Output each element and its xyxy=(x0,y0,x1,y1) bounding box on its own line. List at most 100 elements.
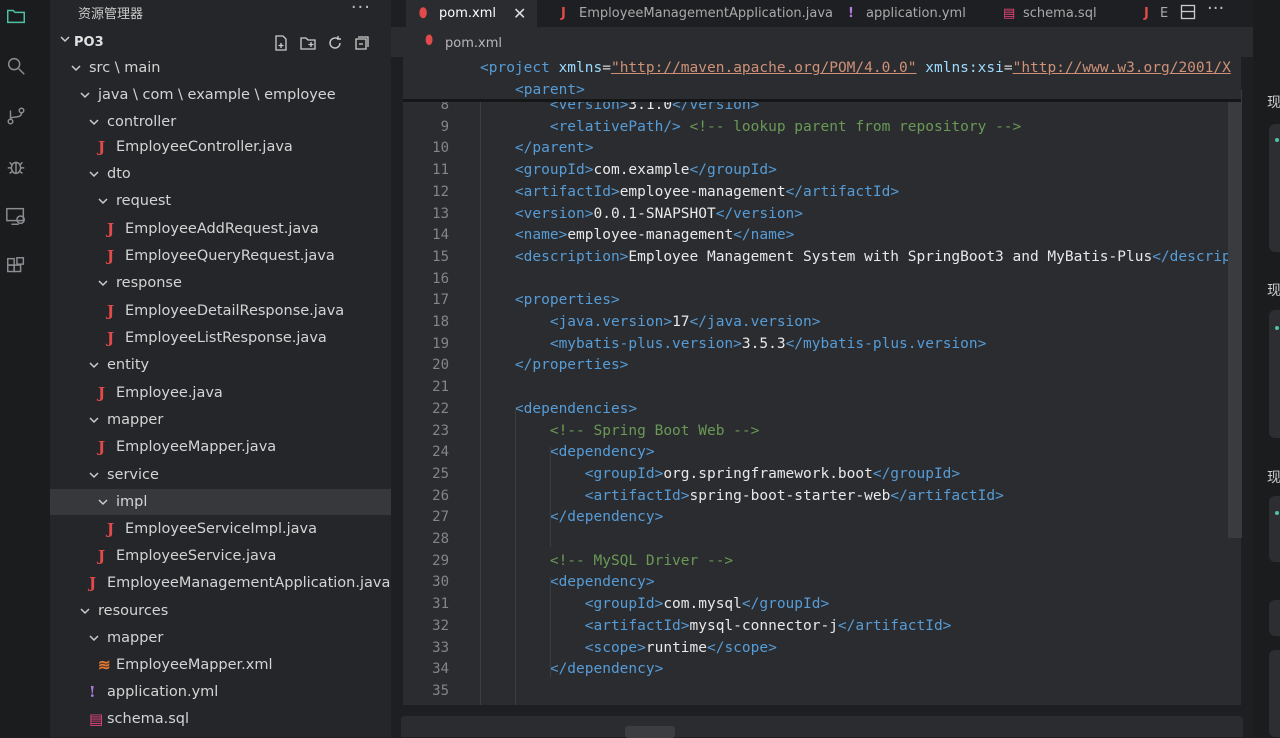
debug-icon[interactable] xyxy=(5,155,29,179)
panel-card[interactable] xyxy=(1269,600,1280,636)
panel-card[interactable] xyxy=(1269,496,1280,562)
tree-folder[interactable]: controller xyxy=(50,109,391,135)
panel-heading: 现 xyxy=(1267,283,1280,299)
code-text: <!-- MySQL Driver --> xyxy=(480,552,734,569)
code-line: 26 <artifactId>spring-boot-starter-web</… xyxy=(403,485,1241,507)
tab-label: EmployeeManagementApplication.java xyxy=(579,6,834,21)
remote-explorer-icon[interactable] xyxy=(5,205,29,229)
collapse-all-icon[interactable] xyxy=(353,34,371,52)
code-line: 15 <description>Employee Management Syst… xyxy=(403,246,1241,268)
explorer-icon[interactable] xyxy=(5,5,29,29)
more-actions-icon[interactable]: ··· xyxy=(351,0,371,18)
code-line: 33 <scope>runtime</scope> xyxy=(403,637,1241,659)
code-line: 11 <groupId>com.example</groupId> xyxy=(403,159,1241,181)
java-file-icon: J xyxy=(107,520,115,538)
code-line: 20 </properties> xyxy=(403,354,1241,376)
java-file-icon: J xyxy=(98,438,106,456)
java-file-icon: J xyxy=(561,6,566,21)
tree-file[interactable]: J Employee.java xyxy=(50,380,391,406)
line-number: 20 xyxy=(432,357,449,374)
tree-item-label: dto xyxy=(107,166,131,182)
tab-overflow[interactable]: J E xyxy=(1136,0,1168,27)
tree-file[interactable]: J EmployeeDetailResponse.java xyxy=(50,298,391,324)
tree-file[interactable]: J EmployeeListResponse.java xyxy=(50,325,391,351)
panel-card[interactable] xyxy=(1269,124,1280,252)
chevron-down-icon xyxy=(98,280,108,287)
close-icon[interactable]: ✕ xyxy=(513,0,526,27)
code-editor[interactable]: <project xmlns="http://maven.apache.org/… xyxy=(403,57,1241,705)
chevron-down-icon xyxy=(89,171,99,178)
java-file-icon: J xyxy=(1144,6,1149,21)
database-icon: ▤ xyxy=(89,710,104,728)
source-control-icon[interactable] xyxy=(5,105,29,129)
panel-card[interactable] xyxy=(1269,650,1280,737)
tree-folder[interactable]: java \ com \ example \ employee xyxy=(50,82,391,108)
code-text: <dependencies> xyxy=(480,400,638,417)
tree-item-label: impl xyxy=(116,494,148,510)
tree-folder[interactable]: entity xyxy=(50,352,391,378)
tab-employee-management-application[interactable]: J EmployeeManagementApplication.java xyxy=(551,0,833,27)
new-folder-icon[interactable] xyxy=(299,34,317,52)
code-text: <!-- Spring Boot Web --> xyxy=(480,422,760,439)
tree-file[interactable]: J EmployeeManagementApplication.java xyxy=(50,570,391,596)
code-line: 23 <!-- Spring Boot Web --> xyxy=(403,420,1241,442)
tree-file[interactable]: ! application.yml xyxy=(50,679,391,705)
tree-file[interactable]: J EmployeeMapper.java xyxy=(50,434,391,460)
code-text: <mybatis-plus.version>3.5.3</mybatis-plu… xyxy=(480,335,987,352)
tree-file[interactable]: J EmployeeAddRequest.java xyxy=(50,216,391,242)
tree-file[interactable]: J EmployeeController.java xyxy=(50,134,391,160)
tree-item-label: java \ com \ example \ employee xyxy=(98,87,336,103)
tab-pom-xml[interactable]: ⬮ pom.xml ✕ xyxy=(406,0,537,27)
tree-item-label: src \ main xyxy=(89,60,161,76)
status-dot xyxy=(1275,138,1279,142)
java-file-icon: J xyxy=(107,247,115,265)
search-icon[interactable] xyxy=(5,55,29,79)
tree-folder[interactable]: request xyxy=(50,188,391,214)
tree-file[interactable]: J EmployeeQueryRequest.java xyxy=(50,243,391,269)
line-number: 34 xyxy=(432,661,449,678)
tab-label: schema.sql xyxy=(1023,6,1097,21)
breadcrumb-file[interactable]: pom.xml xyxy=(445,36,502,51)
tree-file[interactable]: ≋ EmployeeMapper.xml xyxy=(50,652,391,678)
line-number: 35 xyxy=(432,682,449,699)
refresh-icon[interactable] xyxy=(326,34,344,52)
extensions-icon[interactable] xyxy=(5,255,29,279)
tree-item-label: EmployeeDetailResponse.java xyxy=(125,303,345,319)
line-number: 27 xyxy=(432,509,449,526)
tree-folder[interactable]: dto xyxy=(50,161,391,187)
code-line: 13 <version>0.0.1-SNAPSHOT</version> xyxy=(403,203,1241,225)
code-line: 28 xyxy=(403,528,1241,550)
tree-file[interactable]: J EmployeeServiceImpl.java xyxy=(50,516,391,542)
tree-folder[interactable]: mapper xyxy=(50,407,391,433)
code-line: 19 <mybatis-plus.version>3.5.3</mybatis-… xyxy=(403,333,1241,355)
tree-folder[interactable]: service xyxy=(50,462,391,488)
split-editor-icon[interactable] xyxy=(1180,4,1196,20)
more-actions-icon[interactable]: ··· xyxy=(1207,0,1224,19)
tree-folder[interactable]: impl xyxy=(50,489,391,515)
tab-application-yml[interactable]: ! application.yml xyxy=(836,0,976,27)
tree-folder[interactable]: src \ main xyxy=(50,55,391,81)
code-text: <version>0.0.1-SNAPSHOT</version> xyxy=(480,205,804,222)
java-file-icon: J xyxy=(107,329,115,347)
code-text: </dependency> xyxy=(480,661,664,678)
tree-file[interactable]: J EmployeeService.java xyxy=(50,543,391,569)
bottom-panel-active-tab[interactable] xyxy=(625,726,675,738)
line-number: 12 xyxy=(432,183,449,200)
tab-schema-sql[interactable]: ▤ schema.sql xyxy=(991,0,1121,27)
tree-folder[interactable]: mapper xyxy=(50,625,391,651)
tree-file[interactable]: ▤ schema.sql xyxy=(50,706,391,732)
editor-scrollbar[interactable] xyxy=(1228,90,1242,538)
tree-folder[interactable]: resources xyxy=(50,598,391,624)
code-text: <scope>runtime</scope> xyxy=(480,639,777,656)
code-text: <dependency> xyxy=(480,574,655,591)
code-text: <groupId>com.mysql</groupId> xyxy=(480,596,830,613)
tree-folder[interactable]: response xyxy=(50,270,391,296)
tree-item-label: EmployeeListResponse.java xyxy=(125,330,327,346)
line-number: 25 xyxy=(432,465,449,482)
code-line: 22 <dependencies> xyxy=(403,398,1241,420)
tree-item-label: resources xyxy=(98,603,169,619)
tree-item-label: EmployeeServiceImpl.java xyxy=(125,521,318,537)
project-root[interactable]: PO3 xyxy=(50,31,391,55)
code-text: <java.version>17</java.version> xyxy=(480,314,821,330)
new-file-icon[interactable] xyxy=(272,34,290,52)
